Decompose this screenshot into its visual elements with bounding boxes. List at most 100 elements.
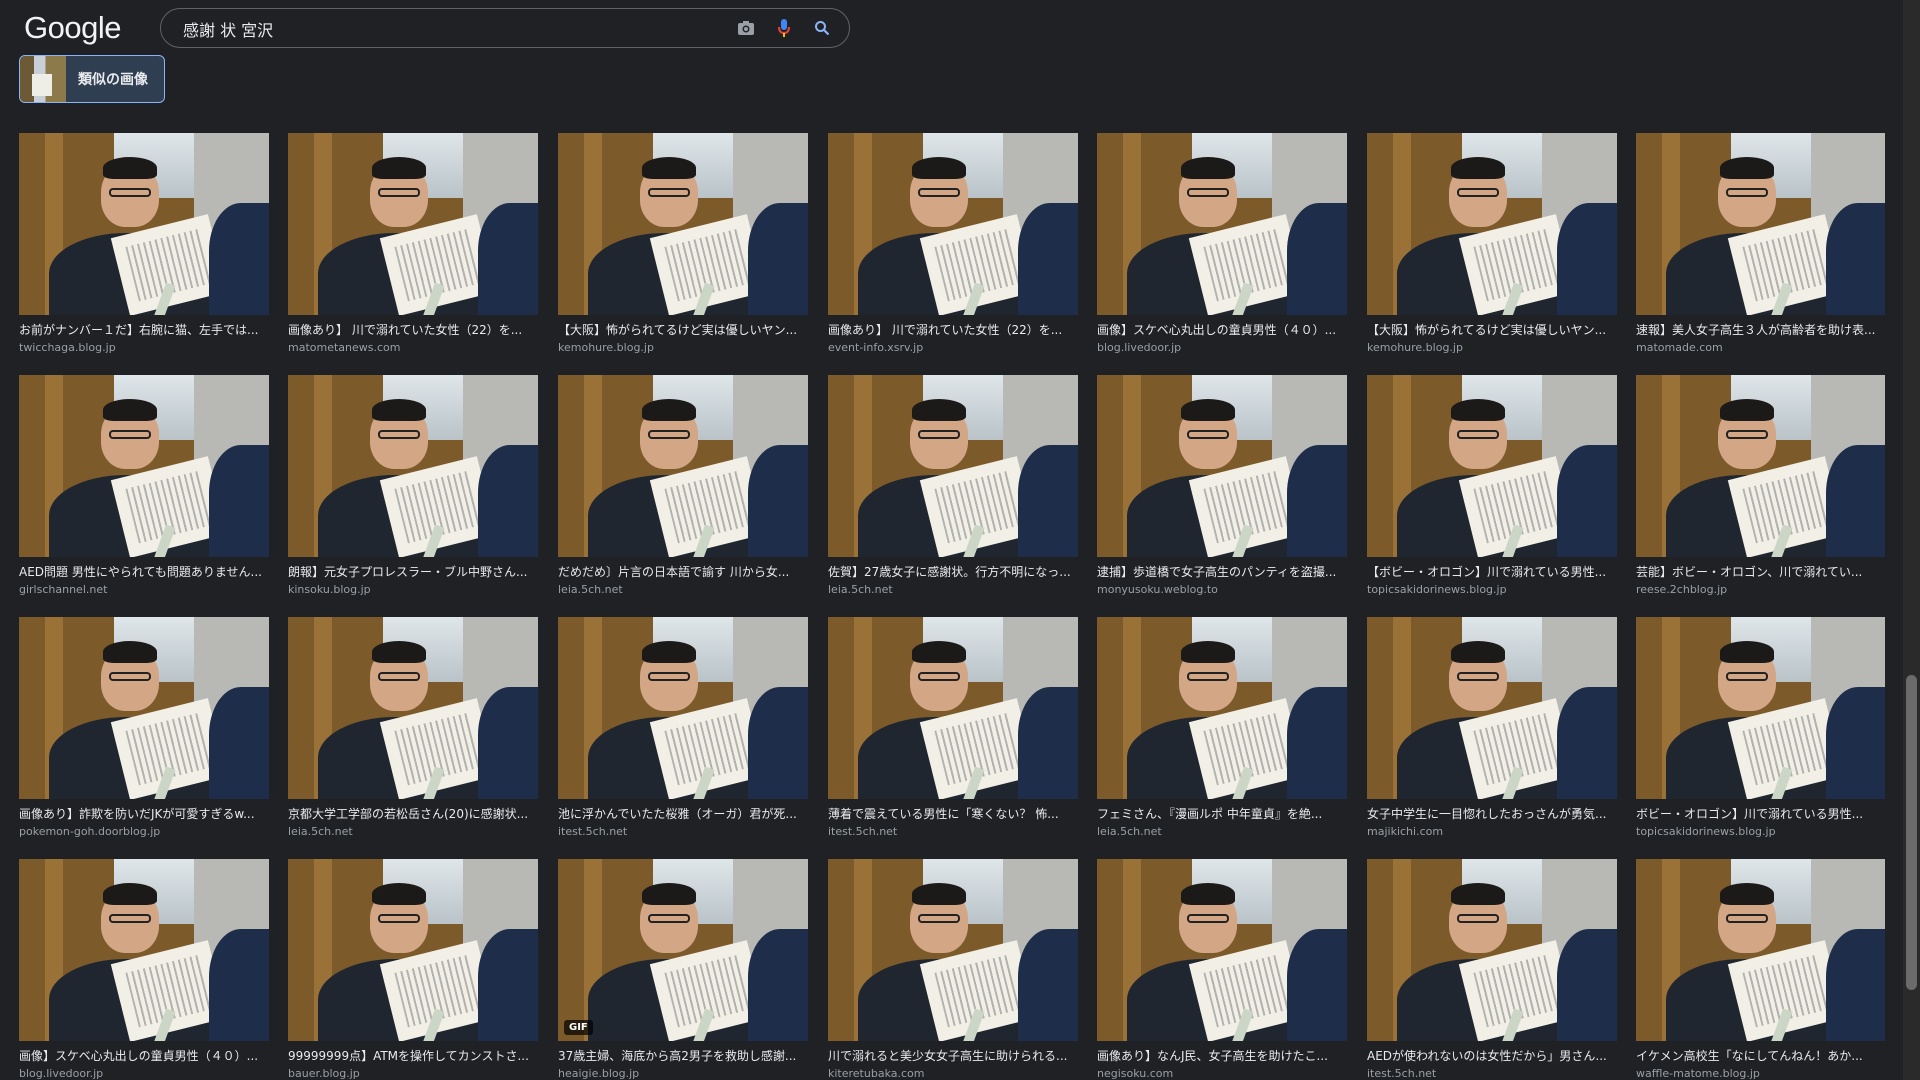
result-thumbnail[interactable] (558, 617, 808, 799)
image-result-tile[interactable]: 画像あり】 川で溺れていた女性（22）を... matometanews.com (288, 133, 538, 363)
result-thumbnail[interactable] (19, 133, 269, 315)
result-caption[interactable]: 女子中学生に一目惚れしたおっさんが勇気... (1367, 805, 1617, 822)
result-caption[interactable]: 画像】スケベ心丸出しの童貞男性（４０）... (1097, 321, 1347, 338)
image-result-tile[interactable]: 【ボビー・オロゴン】川で溺れている男性... topicsakidorinews.… (1367, 375, 1617, 605)
result-source[interactable]: event-info.xsrv.jp (828, 341, 1078, 354)
result-caption[interactable]: ボビー・オロゴン】川で溺れている男性... (1636, 805, 1885, 822)
result-thumbnail[interactable] (828, 133, 1078, 315)
image-result-tile[interactable]: イケメン高校生「なにしてんねん！あか... waffle-matome.blog.… (1636, 859, 1885, 1080)
result-caption[interactable]: AED問題 男性にやられても問題ありません... (19, 563, 269, 580)
result-thumbnail[interactable] (1097, 859, 1347, 1041)
result-caption[interactable]: 薄着で震えている男性に「寒くない？ 怖... (828, 805, 1078, 822)
result-source[interactable]: kinsoku.blog.jp (288, 583, 538, 596)
result-caption[interactable]: 京都大学工学部の若松岳さん(20)に感謝状... (288, 805, 538, 822)
result-caption[interactable]: 速報】美人女子高生３人が高齢者を助け表... (1636, 321, 1885, 338)
image-result-tile[interactable]: 画像あり】なんJ民、女子高生を助けたこ... negisoku.com (1097, 859, 1347, 1080)
result-thumbnail[interactable] (828, 375, 1078, 557)
similar-images-button[interactable]: 類似の画像 (19, 55, 165, 103)
result-thumbnail[interactable] (288, 859, 538, 1041)
image-result-tile[interactable]: 朗報】元女子プロレスラー・ブル中野さん... kinsoku.blog.jp (288, 375, 538, 605)
image-result-tile[interactable]: 画像】スケベ心丸出しの童貞男性（４０）... blog.livedoor.jp (19, 859, 269, 1080)
result-thumbnail[interactable] (288, 375, 538, 557)
image-result-tile[interactable]: 女子中学生に一目惚れしたおっさんが勇気... majikichi.com (1367, 617, 1617, 847)
result-source[interactable]: itest.5ch.net (828, 825, 1078, 838)
result-source[interactable]: reese.2chblog.jp (1636, 583, 1885, 596)
result-caption[interactable]: 池に浮かんでいたた桜雅（オーガ）君が死... (558, 805, 808, 822)
result-source[interactable]: kemohure.blog.jp (1367, 341, 1617, 354)
result-caption[interactable]: 朗報】元女子プロレスラー・ブル中野さん... (288, 563, 538, 580)
scrollbar[interactable] (1903, 0, 1920, 1080)
result-thumbnail[interactable] (1636, 133, 1885, 315)
image-result-tile[interactable]: 【大阪】怖がられてるけど実は優しいヤン... kemohure.blog.jp (558, 133, 808, 363)
image-result-tile[interactable]: 【大阪】怖がられてるけど実は優しいヤン... kemohure.blog.jp (1367, 133, 1617, 363)
result-caption[interactable]: 逮捕】歩道橋で女子高生のパンティを盗撮... (1097, 563, 1347, 580)
image-result-tile[interactable]: 薄着で震えている男性に「寒くない？ 怖... itest.5ch.net (828, 617, 1078, 847)
result-thumbnail[interactable] (19, 859, 269, 1041)
google-logo[interactable]: Google (24, 10, 121, 46)
image-result-tile[interactable]: 99999999点】ATMを操作してカンストさ... bauer.blog.jp (288, 859, 538, 1080)
result-source[interactable]: matomade.com (1636, 341, 1885, 354)
image-result-tile[interactable]: ボビー・オロゴン】川で溺れている男性... topicsakidorinews.b… (1636, 617, 1885, 847)
result-thumbnail[interactable] (288, 133, 538, 315)
image-result-tile[interactable]: AEDが使われないのは女性だから」男さん... itest.5ch.net (1367, 859, 1617, 1080)
result-thumbnail[interactable] (1367, 617, 1617, 799)
result-thumbnail[interactable] (828, 617, 1078, 799)
result-source[interactable]: majikichi.com (1367, 825, 1617, 838)
result-source[interactable]: heaigie.blog.jp (558, 1067, 808, 1080)
image-result-tile[interactable]: だめだめ〕片言の日本語で諭す 川から女... leia.5ch.net (558, 375, 808, 605)
result-caption[interactable]: 画像あり】 川で溺れていた女性（22）を... (288, 321, 538, 338)
result-caption[interactable]: AEDが使われないのは女性だから」男さん... (1367, 1047, 1617, 1064)
image-result-tile[interactable]: 佐賀】27歳女子に感謝状。行方不明になっ... leia.5ch.net (828, 375, 1078, 605)
image-result-tile[interactable]: 逮捕】歩道橋で女子高生のパンティを盗撮... monyusoku.weblog.t… (1097, 375, 1347, 605)
result-thumbnail[interactable] (828, 859, 1078, 1041)
result-caption[interactable]: 画像】スケベ心丸出しの童貞男性（４０）... (19, 1047, 269, 1064)
result-source[interactable]: twicchaga.blog.jp (19, 341, 269, 354)
image-result-tile[interactable]: 池に浮かんでいたた桜雅（オーガ）君が死... itest.5ch.net (558, 617, 808, 847)
search-input[interactable] (181, 16, 705, 42)
result-caption[interactable]: だめだめ〕片言の日本語で諭す 川から女... (558, 563, 808, 580)
result-source[interactable]: itest.5ch.net (1367, 1067, 1617, 1080)
image-result-tile[interactable]: フェミさん、『漫画ルポ 中年童貞』を絶... leia.5ch.net (1097, 617, 1347, 847)
result-caption[interactable]: 川で溺れると美少女女子高生に助けられる... (828, 1047, 1078, 1064)
result-source[interactable]: waffle-matome.blog.jp (1636, 1067, 1885, 1080)
image-result-tile[interactable]: 速報】美人女子高生３人が高齢者を助け表... matomade.com (1636, 133, 1885, 363)
result-source[interactable]: monyusoku.weblog.to (1097, 583, 1347, 596)
image-result-tile[interactable]: AED問題 男性にやられても問題ありません... girlschannel.net (19, 375, 269, 605)
result-caption[interactable]: 佐賀】27歳女子に感謝状。行方不明になっ... (828, 563, 1078, 580)
image-result-tile[interactable]: 画像】スケベ心丸出しの童貞男性（４０）... blog.livedoor.jp (1097, 133, 1347, 363)
result-caption[interactable]: 【ボビー・オロゴン】川で溺れている男性... (1367, 563, 1617, 580)
result-source[interactable]: kemohure.blog.jp (558, 341, 808, 354)
result-thumbnail[interactable] (1367, 375, 1617, 557)
image-result-tile[interactable]: 画像あり】詐欺を防いだJKが可愛すぎるw... pokemon-goh.doorb… (19, 617, 269, 847)
result-thumbnail[interactable] (558, 375, 808, 557)
result-source[interactable]: blog.livedoor.jp (1097, 341, 1347, 354)
result-thumbnail[interactable] (1367, 133, 1617, 315)
result-thumbnail[interactable] (19, 375, 269, 557)
result-caption[interactable]: 【大阪】怖がられてるけど実は優しいヤン... (558, 321, 808, 338)
result-caption[interactable]: フェミさん、『漫画ルポ 中年童貞』を絶... (1097, 805, 1347, 822)
result-source[interactable]: blog.livedoor.jp (19, 1067, 269, 1080)
image-result-tile[interactable]: 川で溺れると美少女女子高生に助けられる... kiteretubaka.com (828, 859, 1078, 1080)
result-thumbnail[interactable] (1636, 859, 1885, 1041)
result-caption[interactable]: 画像あり】なんJ民、女子高生を助けたこ... (1097, 1047, 1347, 1064)
result-caption[interactable]: お前がナンバー１だ】右腕に猫、左手では... (19, 321, 269, 338)
result-source[interactable]: bauer.blog.jp (288, 1067, 538, 1080)
result-source[interactable]: matometanews.com (288, 341, 538, 354)
image-result-tile[interactable]: GIF 37歳主婦、海底から高2男子を救助し感謝... heaigie.blog.j… (558, 859, 808, 1080)
image-result-tile[interactable]: 芸能】ボビー・オロゴン、川で溺れてい... reese.2chblog.jp (1636, 375, 1885, 605)
result-source[interactable]: pokemon-goh.doorblog.jp (19, 825, 269, 838)
result-source[interactable]: girlschannel.net (19, 583, 269, 596)
result-source[interactable]: topicsakidorinews.blog.jp (1636, 825, 1885, 838)
image-result-tile[interactable]: 画像あり】 川で溺れていた女性（22）を... event-info.xsrv.j… (828, 133, 1078, 363)
result-thumbnail[interactable] (1097, 375, 1347, 557)
image-result-tile[interactable]: 京都大学工学部の若松岳さん(20)に感謝状... leia.5ch.net (288, 617, 538, 847)
result-thumbnail[interactable] (1097, 133, 1347, 315)
result-caption[interactable]: 画像あり】詐欺を防いだJKが可愛すぎるw... (19, 805, 269, 822)
result-caption[interactable]: イケメン高校生「なにしてんねん！あか... (1636, 1047, 1885, 1064)
scrollbar-thumb[interactable] (1906, 675, 1917, 990)
result-source[interactable]: kiteretubaka.com (828, 1067, 1078, 1080)
result-source[interactable]: leia.5ch.net (828, 583, 1078, 596)
image-result-tile[interactable]: お前がナンバー１だ】右腕に猫、左手では... twicchaga.blog.jp (19, 133, 269, 363)
result-source[interactable]: leia.5ch.net (288, 825, 538, 838)
camera-icon[interactable] (735, 17, 757, 39)
